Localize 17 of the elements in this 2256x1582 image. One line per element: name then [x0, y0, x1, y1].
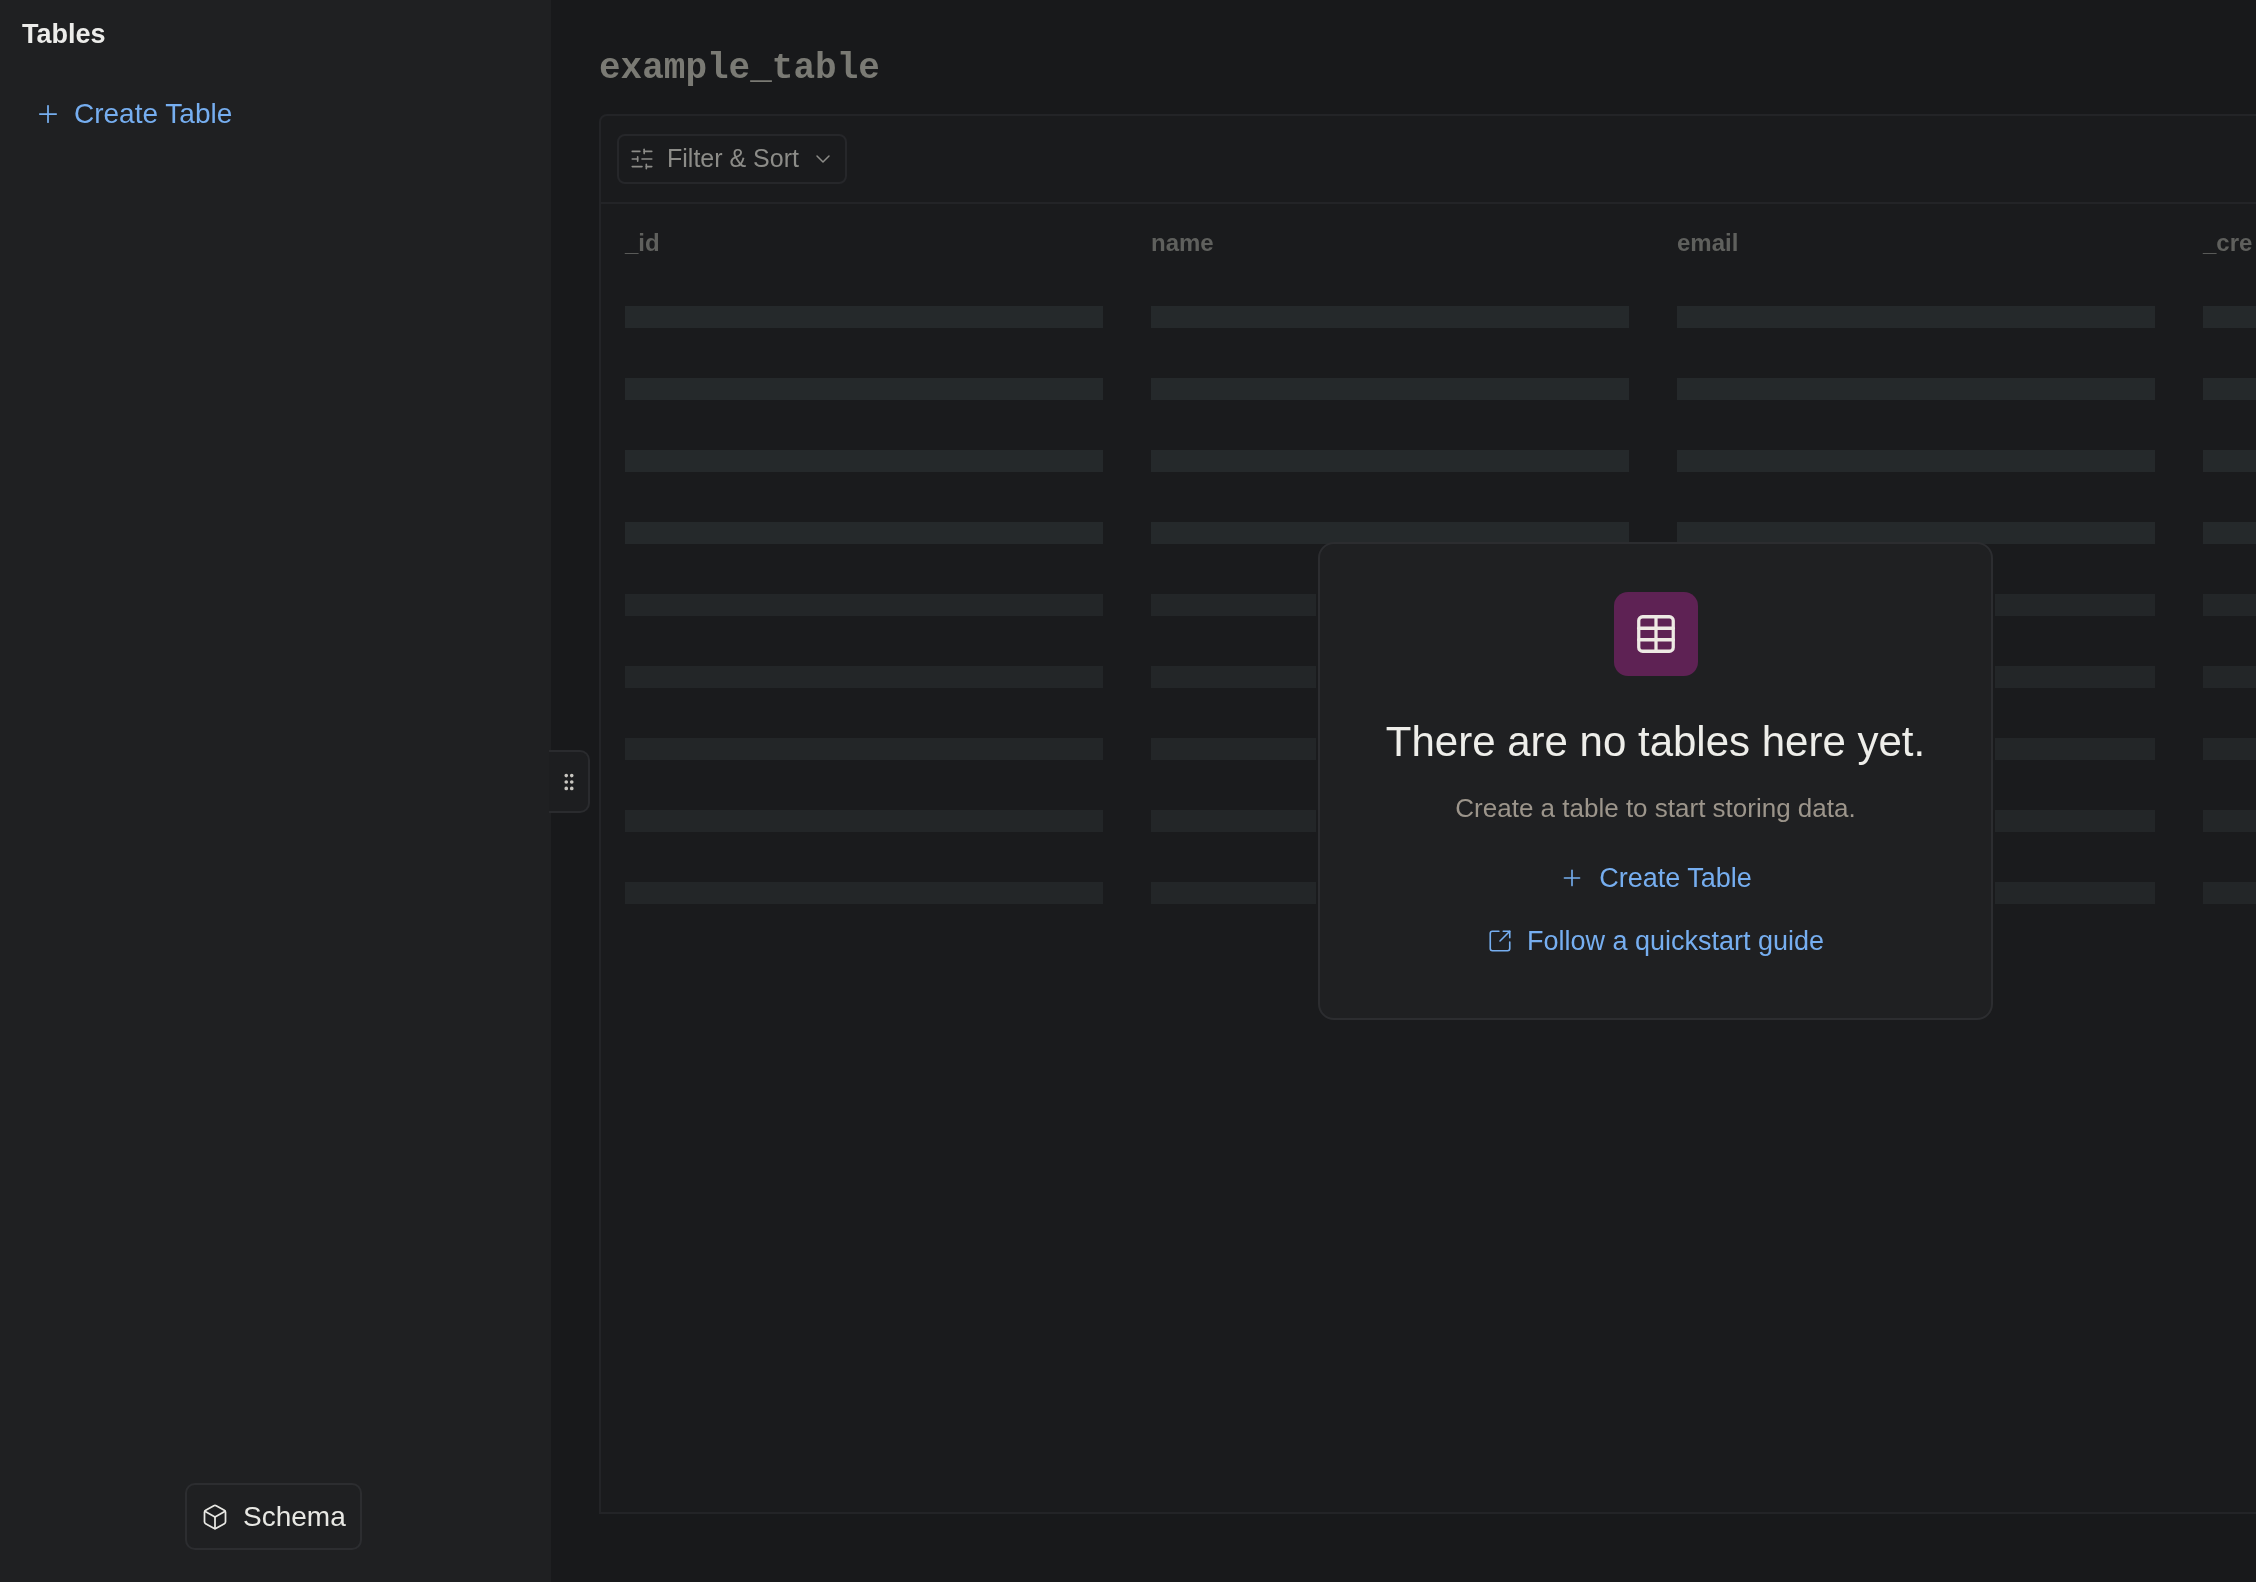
external-link-icon — [1486, 927, 1513, 954]
table-title: example_table — [599, 47, 881, 91]
empty-state-message: Create a table to start storing data. — [1455, 792, 1856, 825]
cube-icon — [201, 1502, 229, 1531]
quickstart-guide-link[interactable]: Follow a quickstart guide — [1486, 920, 1825, 961]
column-header: _id — [625, 228, 661, 258]
sliders-icon — [629, 146, 655, 172]
resize-handle[interactable] — [549, 750, 590, 813]
sidebar-title: Tables — [21, 18, 107, 51]
schema-button[interactable]: Schema — [185, 1483, 362, 1550]
column-header: _cre — [2203, 228, 2254, 258]
create-table-button[interactable]: Create Table — [34, 92, 233, 135]
empty-state-heading: There are no tables here yet. — [1385, 717, 1926, 767]
create-table-link[interactable]: Create Table — [1559, 858, 1752, 899]
column-header: name — [1151, 228, 1215, 258]
filter-sort-button[interactable]: Filter & Sort — [617, 134, 847, 184]
column-header: email — [1677, 228, 1740, 258]
